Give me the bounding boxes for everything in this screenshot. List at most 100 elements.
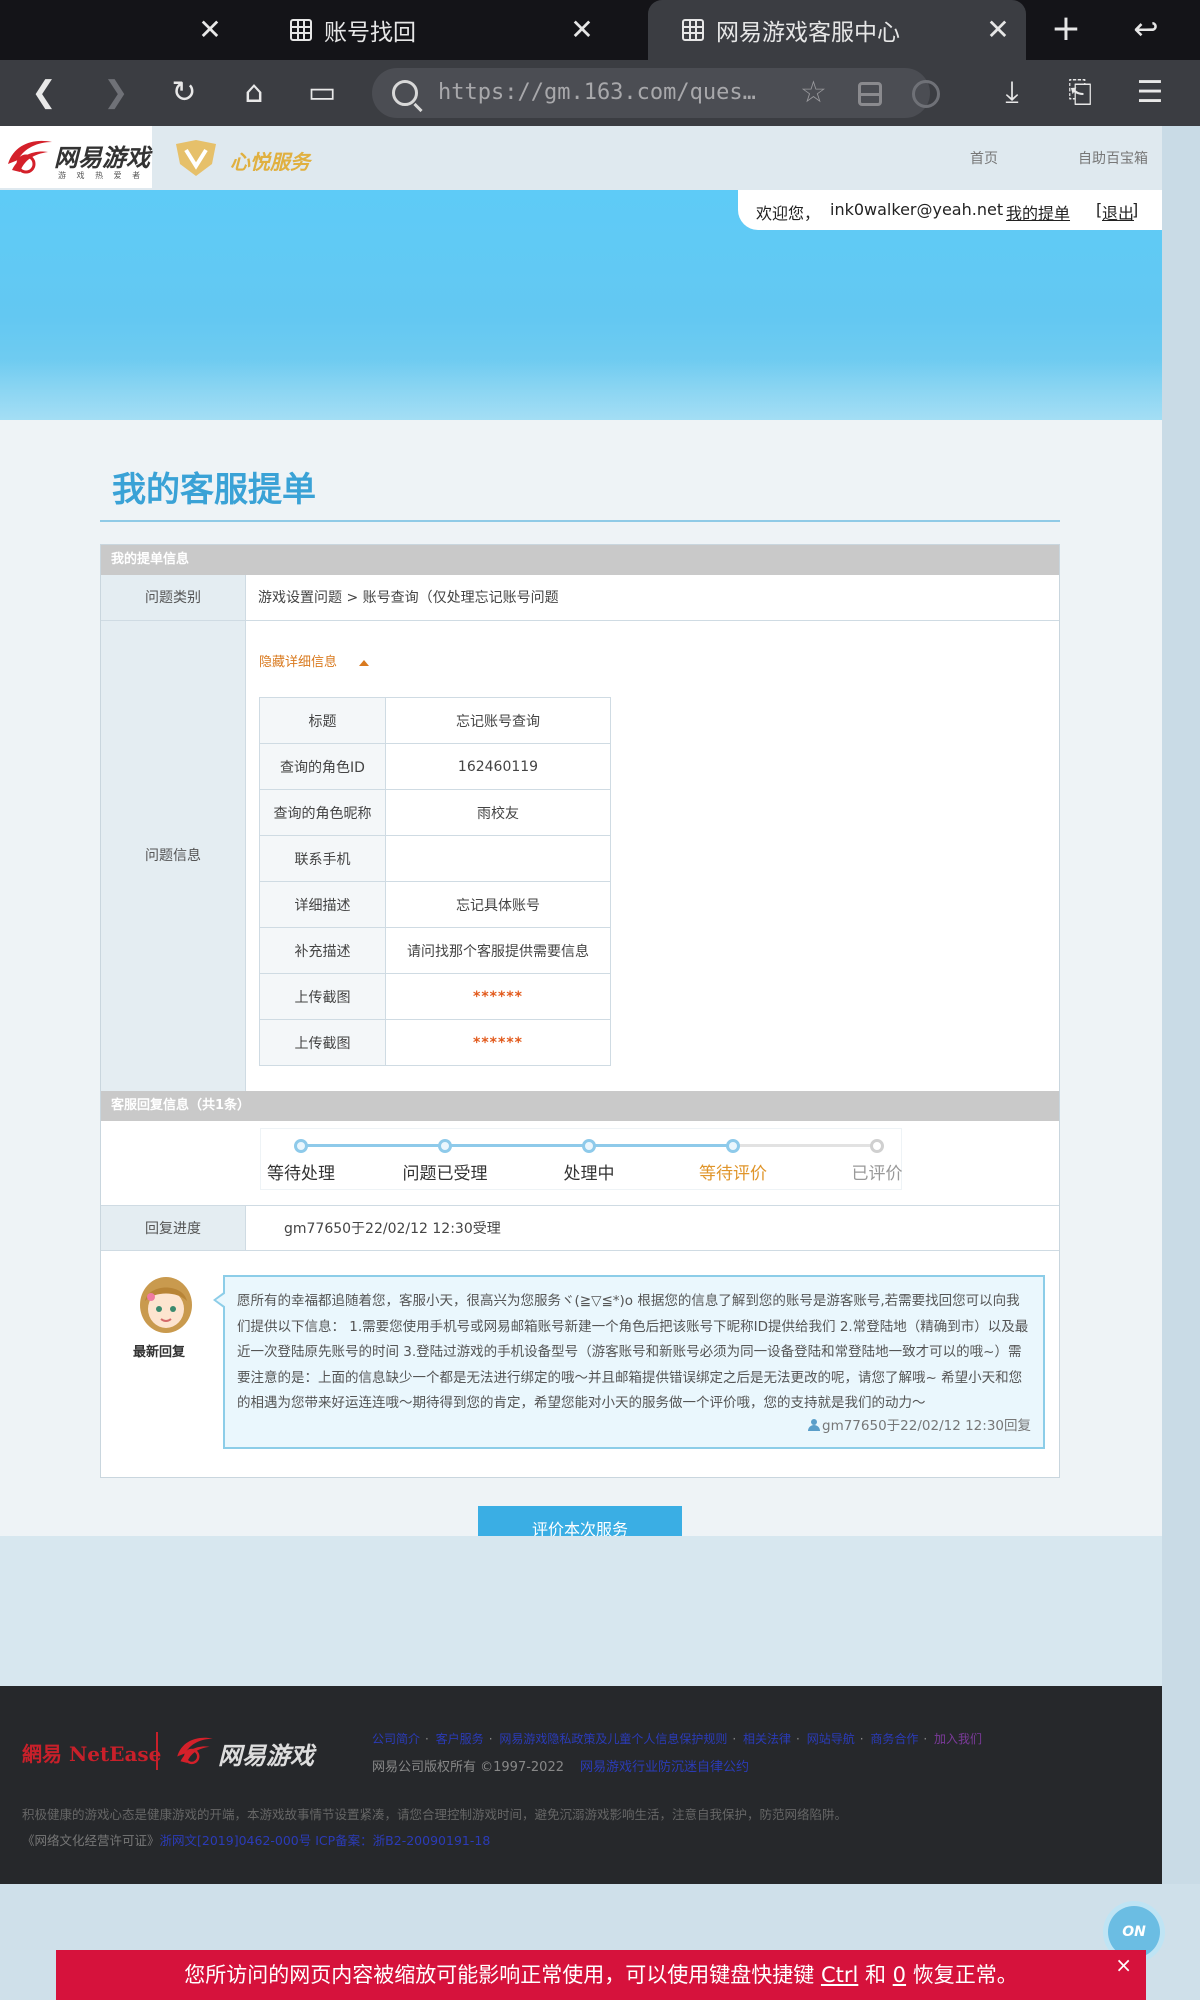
license-prefix: 《网络文化经营许可证》 (22, 1833, 160, 1848)
stepper-line-todo (733, 1144, 877, 1147)
detail-value: 请问找那个客服提供需要信息 (385, 927, 611, 974)
footer-link[interactable]: 相关法律 (743, 1732, 791, 1746)
detail-value: 162460119 (385, 743, 611, 790)
logout-link[interactable]: 退出 (1102, 200, 1134, 224)
detail-key: 补充描述 (259, 927, 386, 974)
tab-account-recovery[interactable]: 账号找回 ✕ (290, 0, 594, 60)
footer-copyright: 网易公司版权所有 ©1997-2022 网易游戏行业防沉迷自律公约 (372, 1756, 749, 1775)
netease-brand: 網易 NetEase (22, 1742, 162, 1766)
table-row: 详细描述 忘记具体账号 (259, 881, 611, 928)
home-icon[interactable]: ⌂ (232, 71, 276, 115)
web-page: 网易游戏 游 戏 热 爱 者 心悦服务 首页 自助百宝箱 欢迎您， ink0wa… (0, 126, 1162, 1884)
footer-link[interactable]: 商务合作 (870, 1732, 918, 1746)
table-row: 上传截图 ****** (259, 1019, 611, 1066)
close-icon[interactable]: ✕ (980, 12, 1016, 48)
service-logo-text: 心悦服务 (230, 150, 310, 174)
back-arrow-icon[interactable]: ❮ (22, 71, 66, 115)
logo-text: 网易游戏 (54, 143, 150, 172)
detail-key: 联系手机 (259, 835, 386, 882)
netease-bird-icon (177, 1737, 213, 1765)
user-email: ink0walker@yeah.net (830, 200, 1004, 219)
progress-value: gm77650于22/02/12 12:30受理 (245, 1205, 1059, 1251)
close-icon[interactable]: ✕ (192, 12, 228, 48)
screenshot-link[interactable]: ****** (385, 973, 611, 1020)
footer-link[interactable]: 网站导航 (807, 1732, 855, 1746)
ctrl-key-link[interactable]: Ctrl (821, 1963, 858, 1987)
new-tab-plus-icon[interactable]: + (1046, 10, 1086, 50)
step-label: 问题已受理 (402, 1164, 488, 1184)
logout-bracket-close: ] (1132, 200, 1139, 219)
ticket-section-header: 我的提单信息 (101, 545, 1059, 575)
tab-netease-service[interactable]: 网易游戏客服中心 ✕ (648, 0, 1026, 60)
site-header: 网易游戏 游 戏 热 爱 者 心悦服务 首页 自助百宝箱 (0, 126, 1162, 190)
table-row: 上传截图 ****** (259, 973, 611, 1020)
undo-arrow-icon[interactable]: ↩ (1126, 12, 1166, 48)
license-link[interactable]: 浙网文[2019]0462-000号 ICP备案：浙B2-20090191-18 (160, 1833, 491, 1848)
title-divider (100, 520, 1060, 522)
hide-details-toggle[interactable]: 隐藏详细信息 (259, 651, 370, 670)
close-icon[interactable]: ✕ (564, 12, 600, 48)
detail-value: 忘记具体账号 (385, 881, 611, 928)
address-bar[interactable]: https://gm.163.com/questi… ☆ (372, 68, 940, 118)
user-icon (808, 1418, 820, 1431)
step-label-current: 等待评价 (699, 1164, 767, 1184)
footer-link[interactable]: 客户服务 (436, 1732, 484, 1746)
ticket-panel: 我的提单信息 问题类别 游戏设置问题 > 账号查询（仅处理忘记账号问题 问题信息… (100, 544, 1060, 1478)
detail-key: 详细描述 (259, 881, 386, 928)
footer-link[interactable]: 加入我们 (934, 1732, 982, 1746)
table-row: 标题 忘记账号查询 (259, 697, 611, 744)
home-link[interactable]: 首页 (970, 148, 998, 168)
table-row: 查询的角色ID 162460119 (259, 743, 611, 790)
detail-key: 查询的角色ID (259, 743, 386, 790)
detail-key: 上传截图 (259, 973, 386, 1020)
detail-key: 标题 (259, 697, 386, 744)
reload-icon[interactable]: ↻ (162, 71, 206, 115)
netease-games-logo[interactable]: 网易游戏 游 戏 热 爱 者 (0, 126, 152, 188)
forward-arrow-icon[interactable]: ❯ (94, 71, 138, 115)
my-tickets-link[interactable]: 我的提单 (1006, 200, 1070, 224)
copyright-link[interactable]: 网易游戏行业防沉迷自律公约 (580, 1760, 749, 1775)
footer-link[interactable]: 公司简介 (372, 1732, 420, 1746)
reply-meta-text: gm77650于22/02/12 12:30回复 (822, 1417, 1031, 1434)
share-icon[interactable] (912, 80, 940, 108)
page-grid-icon (682, 19, 704, 41)
caret-up-icon (359, 659, 370, 666)
browser-nav-bar: ❮ ❯ ↻ ⌂ ▭ https://gm.163.com/questi… ☆ ⤓… (0, 60, 1200, 126)
zoom-text-before: 您所访问的网页内容被缩放可能影响正常使用，可以使用键盘快捷键 (184, 1963, 821, 1987)
browser-tab-bar: ✕ 账号找回 ✕ 网易游戏客服中心 ✕ + ↩ (0, 0, 1200, 60)
footer-license: 《网络文化经营许可证》浙网文[2019]0462-000号 ICP备案：浙B2-… (22, 1830, 490, 1849)
tab-title: 账号找回 (324, 20, 416, 46)
search-icon (392, 80, 418, 106)
category-value: 游戏设置问题 > 账号查询（仅处理忘记账号问题 (245, 575, 1059, 621)
selfhelp-link[interactable]: 自助百宝箱 (1078, 148, 1148, 168)
detail-value: 忘记账号查询 (385, 697, 611, 744)
zoom-text-after: 恢复正常。 (906, 1963, 1018, 1987)
footer-health-note: 积极健康的游戏心态是健康游戏的开端，本游戏故事情节设置紧凑，请您合理控制游戏时间… (22, 1807, 848, 1822)
zoom-warning-bar: 您所访问的网页内容被缩放可能影响正常使用，可以使用键盘快捷键 Ctrl 和 0 … (56, 1950, 1146, 2000)
info-label: 问题信息 (101, 621, 245, 1091)
table-row: 补充描述 请问找那个客服提供需要信息 (259, 927, 611, 974)
scan-icon[interactable] (858, 82, 882, 106)
tabs-overview-icon[interactable]: ▭ (300, 71, 344, 115)
screenshot-link[interactable]: ****** (385, 1019, 611, 1066)
page-scrollbar[interactable] (1162, 126, 1200, 1884)
step-dot (726, 1139, 740, 1153)
logo-subtext: 游 戏 热 爱 者 (58, 171, 145, 180)
bookmarks-icon[interactable]: ⎗ (1058, 71, 1102, 115)
toggle-label: 隐藏详细信息 (259, 655, 338, 670)
step-dot (294, 1139, 308, 1153)
detail-value: 雨校友 (385, 789, 611, 836)
url-text[interactable]: https://gm.163.com/questi… (438, 80, 758, 105)
bookmark-star-icon[interactable]: ☆ (800, 75, 827, 110)
menu-icon[interactable]: ☰ (1128, 71, 1172, 115)
detail-key: 查询的角色昵称 (259, 789, 386, 836)
copyright-text: 网易公司版权所有 ©1997-2022 (372, 1760, 564, 1775)
footer-link[interactable]: 网易游戏隐私政策及儿童个人信息保护规则 (499, 1732, 727, 1746)
service-avatar (140, 1277, 192, 1333)
zoom-text-middle: 和 (858, 1963, 893, 1987)
detail-key: 上传截图 (259, 1019, 386, 1066)
progress-label: 回复进度 (101, 1205, 245, 1251)
download-icon[interactable]: ⤓ (990, 71, 1034, 115)
close-icon[interactable]: × (1115, 1950, 1132, 1980)
zero-key-link[interactable]: 0 (893, 1963, 906, 1987)
